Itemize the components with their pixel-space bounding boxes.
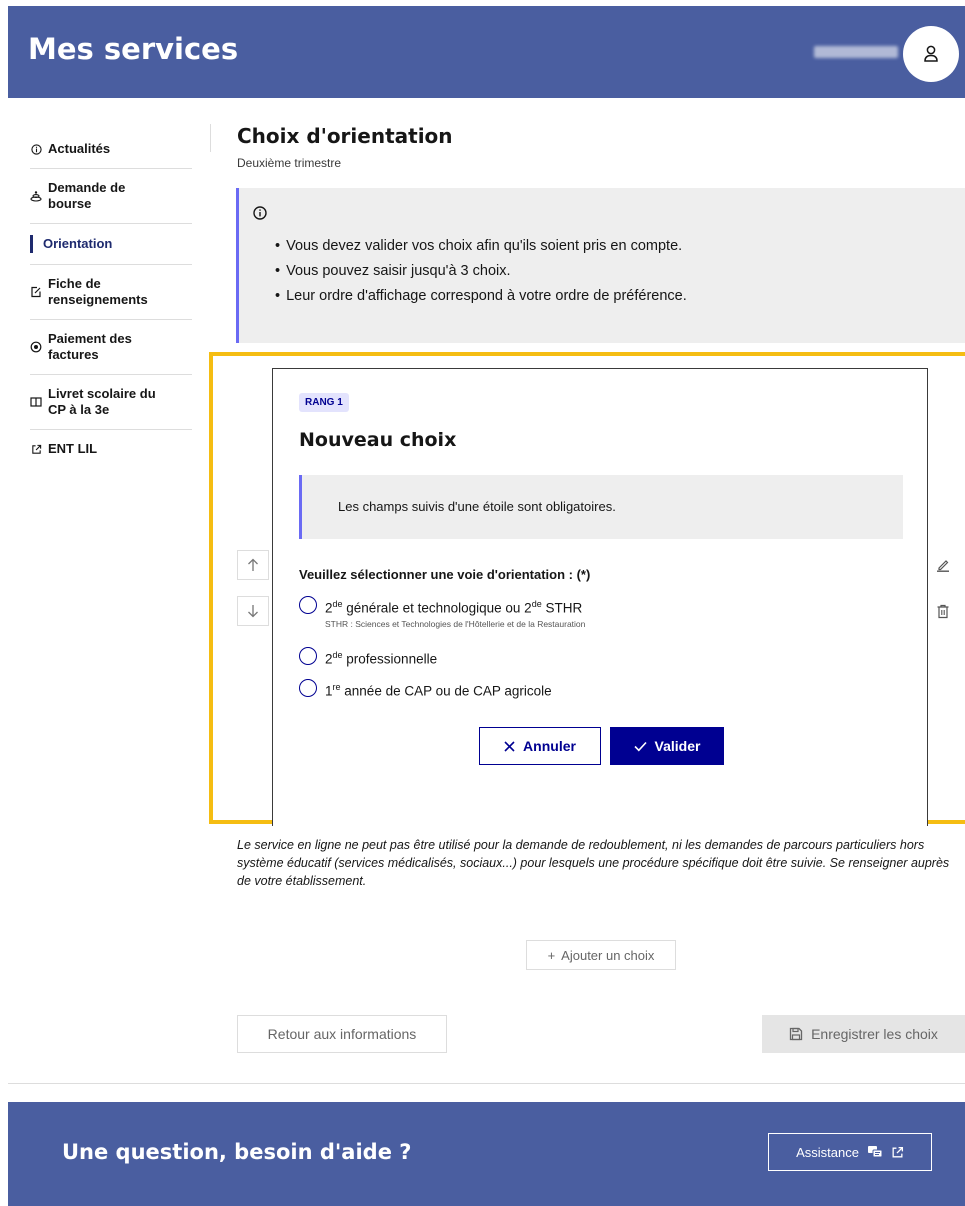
card-title: Nouveau choix [299,429,457,451]
sidebar-item-paiement[interactable]: Paiement des factures [30,320,192,375]
sidebar-item-livret[interactable]: Livret scolaire du CP à la 3e [30,375,192,430]
info-callout: Vous devez valider vos choix afin qu'ils… [236,188,965,343]
label-sup: re [332,682,341,692]
add-choice-button[interactable]: + Ajouter un choix [526,940,676,970]
radio-option-cap[interactable]: 1re année de CAP ou de CAP agricole [299,678,552,701]
radio-label: 2de professionnelle [325,646,437,669]
delete-button[interactable] [927,596,959,626]
sidebar-item-label: Fiche de renseignements [48,276,148,307]
footer-title: Une question, besoin d'aide ? [62,1140,412,1164]
header: Mes services [8,6,965,98]
required-notice-text: Les champs suivis d'une étoile sont obli… [338,499,616,514]
back-label: Retour aux informations [267,1026,417,1042]
book-icon [30,396,42,408]
sidebar-item-orientation[interactable]: Orientation [30,224,192,265]
plus-icon: + [547,947,556,963]
assistance-button[interactable]: Assistance [768,1133,932,1171]
active-indicator [30,235,33,253]
rank-badge: RANG 1 [299,393,349,412]
validate-button[interactable]: Valider [610,727,724,765]
save-choices-label: Enregistrer les choix [811,1026,938,1042]
user-avatar-button[interactable] [903,26,959,82]
cancel-button[interactable]: Annuler [479,727,601,765]
move-up-button[interactable] [237,550,269,580]
label-part: professionnelle [342,651,438,667]
sidebar-item-bourse[interactable]: Demande de bourse [30,169,192,224]
app-title: Mes services [28,32,239,66]
label-part: 2 [325,600,333,616]
disclaimer-text: Le service en ligne ne peut pas être uti… [237,838,950,888]
radio-label: 2de générale et technologique ou 2de STH… [325,595,585,618]
save-icon [789,1027,803,1041]
validate-label: Valider [654,738,701,754]
sidebar-item-label: Orientation [43,236,113,251]
sidebar-item-label: Actualités [48,141,111,156]
sidebar-item-ent[interactable]: ENT LIL [30,430,192,468]
radio-button[interactable] [299,647,317,665]
arrow-down-icon [248,605,258,618]
radio-group-legend: Veuillez sélectionner une voie d'orienta… [299,567,591,582]
sidebar: Actualités Demande de bourse Orientation… [30,130,192,468]
choice-card: RANG 1 Nouveau choix Les champs suivis d… [272,368,928,826]
sidebar-item-actualites[interactable]: Actualités [30,130,192,169]
radio-hint: STHR : Sciences et Technologies de l'Hôt… [325,618,586,629]
radio-label: 1re année de CAP ou de CAP agricole [325,678,552,701]
save-choices-button[interactable]: Enregistrer les choix [762,1015,965,1053]
move-down-button[interactable] [237,596,269,626]
info-item: Vous pouvez saisir jusqu'à 3 choix. [275,261,687,286]
info-item: Vous devez valider vos choix afin qu'ils… [275,236,687,261]
check-icon [633,741,647,751]
page-subtitle: Deuxième trimestre [237,156,342,170]
user-icon [924,45,938,62]
external-link-icon [892,1146,903,1157]
info-item: Leur ordre d'affichage correspond à votr… [275,286,687,311]
sidebar-item-label: Demande de bourse [48,180,126,211]
sidebar-item-fiche[interactable]: Fiche de renseignements [30,265,192,320]
label-sup: de [531,599,542,609]
label-part: STHR [541,600,583,616]
page-title: Choix d'orientation [237,124,453,148]
label-part: générale et technologique ou 2 [342,600,532,616]
footer: Une question, besoin d'aide ? Assistance [8,1102,965,1206]
radio-option-generale[interactable]: 2de générale et technologique ou 2de STH… [299,595,585,629]
info-list: Vous devez valider vos choix afin qu'ils… [275,236,687,311]
coins-icon [30,190,42,202]
pencil-icon [937,560,949,572]
label-sup: de [332,650,343,660]
label-sup: de [332,599,343,609]
label-part: 1 [325,683,333,699]
close-icon [504,740,515,752]
sidebar-item-label: Livret scolaire du CP à la 3e [48,386,156,417]
sidebar-item-label: ENT LIL [48,441,98,456]
back-button[interactable]: Retour aux informations [237,1015,447,1053]
cancel-label: Annuler [523,738,576,754]
sidebar-divider [210,124,211,152]
edit-file-icon [30,286,42,298]
label-part: année de CAP ou de CAP agricole [340,683,552,699]
info-circle-icon [253,206,267,225]
user-name-blurred [814,46,898,58]
label-part: 2 [325,651,333,667]
trash-icon [937,604,949,618]
assistance-label: Assistance [796,1144,859,1160]
edit-button[interactable] [927,550,959,580]
radio-button[interactable] [299,596,317,614]
info-circle-icon [30,143,42,155]
sidebar-item-label: Paiement des factures [48,331,132,362]
wallet-icon [30,341,42,353]
add-choice-label: Ajouter un choix [561,947,655,963]
external-link-icon [30,444,42,455]
support-icon [867,1146,883,1158]
arrow-up-icon [248,558,258,571]
radio-button[interactable] [299,679,317,697]
required-notice: Les champs suivis d'une étoile sont obli… [299,475,903,539]
radio-option-professionnelle[interactable]: 2de professionnelle [299,646,437,669]
